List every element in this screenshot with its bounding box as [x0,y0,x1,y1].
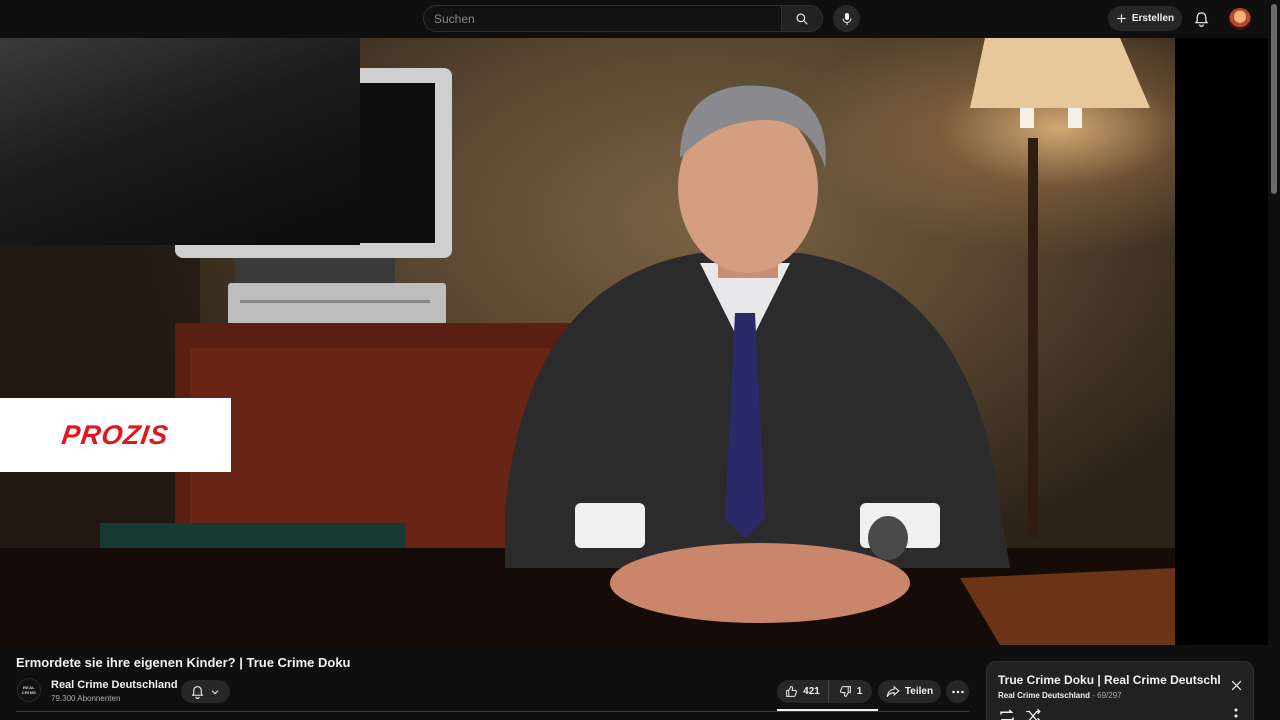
ad-brand-logo: PROZIS [60,419,171,450]
dislike-count: 1 [856,686,863,697]
create-button-label: Erstellen [1131,13,1175,24]
more-vertical-icon[interactable] [1230,707,1242,720]
more-actions-button[interactable] [946,680,969,703]
channel-subscriber-count: 79.300 Abonnenten [51,694,121,703]
share-button[interactable]: Teilen [878,680,941,703]
close-icon [1231,680,1241,690]
top-bar: Erstellen [0,0,1280,38]
mic-icon [842,12,851,25]
search-button[interactable] [781,5,823,32]
search-icon [796,12,808,25]
share-icon [886,685,900,698]
search-bar [423,5,823,32]
video-title: Ermordete sie ihre eigenen Kinder? | Tru… [16,655,351,670]
create-button[interactable]: Erstellen [1108,6,1182,31]
channel-name[interactable]: Real Crime Deutschland [51,679,178,691]
notifications-button[interactable] [1190,8,1212,30]
player-letterbox [1175,38,1268,645]
scrollbar-thumb[interactable] [1271,4,1277,194]
account-avatar[interactable] [1229,8,1251,30]
section-divider [16,711,969,712]
subscription-notification-button[interactable] [181,680,230,703]
webcam-overlay [0,38,360,245]
channel-logo-line-2: CRIME [21,690,37,695]
like-dislike-group: 421 1 [777,680,872,703]
chevron-down-icon [211,689,219,694]
video-player[interactable]: PROZIS [0,38,1268,645]
playlist-channel[interactable]: Real Crime Deutschland [998,691,1090,700]
loop-icon[interactable] [998,707,1016,720]
voice-search-button[interactable] [833,5,860,32]
playlist-close-button[interactable] [1227,676,1245,694]
page-scrollbar[interactable] [1268,0,1280,720]
playlist-meta: Real Crime Deutschland - 69/297 [998,691,1122,700]
like-button[interactable]: 421 [777,680,829,703]
plus-icon [1117,14,1126,23]
ad-banner[interactable]: PROZIS [0,398,231,472]
search-input[interactable] [423,5,781,32]
dislike-button[interactable]: 1 [829,680,872,703]
channel-avatar[interactable]: REAL CRIME [17,678,41,702]
playlist-panel: True Crime Doku | Real Crime Deutschland… [986,661,1254,720]
playlist-title[interactable]: True Crime Doku | Real Crime Deutschland [998,673,1220,687]
more-horizontal-icon [951,690,964,693]
shuffle-icon[interactable] [1024,707,1042,720]
bell-icon [191,685,204,699]
playlist-position: 69/297 [1097,691,1122,700]
thumbs-down-icon [839,686,851,697]
like-count: 421 [803,686,820,697]
share-button-label: Teilen [904,686,934,697]
bell-icon [1194,12,1208,27]
thumbs-up-icon [786,686,798,697]
